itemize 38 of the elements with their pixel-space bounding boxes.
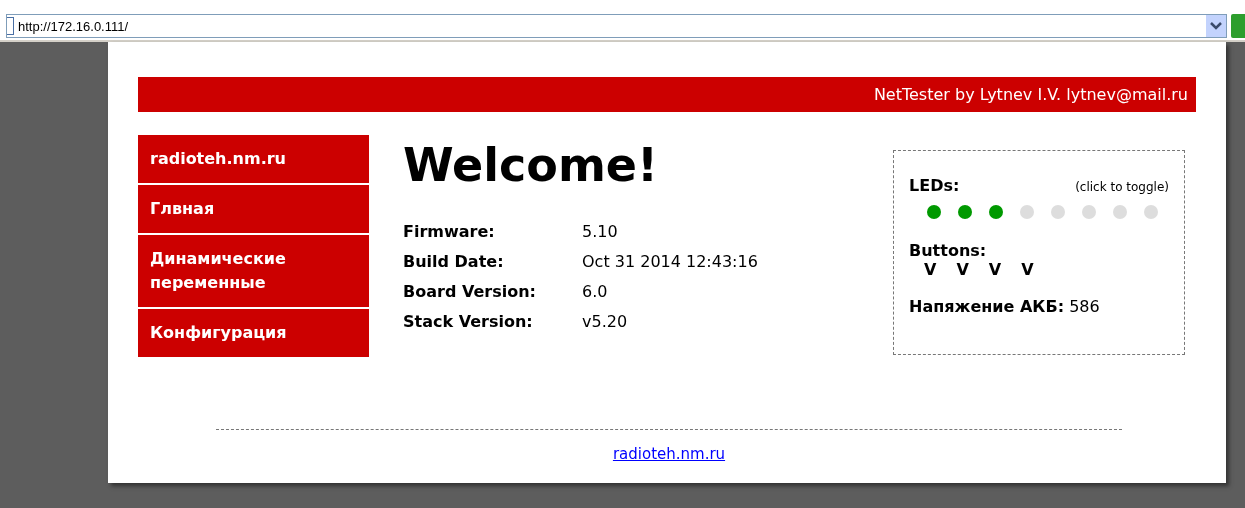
led-dot[interactable] [958, 205, 972, 219]
info-label: Firmware: [403, 221, 496, 243]
sidebar-item[interactable]: Динамические переменные [138, 235, 369, 307]
led-dot[interactable] [1144, 205, 1158, 219]
page-icon [7, 17, 14, 35]
sidebar-item[interactable]: Конфигурация [138, 309, 369, 357]
info-label: Stack Version: [403, 310, 582, 340]
url-text: http://172.16.0.111/ [18, 18, 130, 34]
led-dot[interactable] [1113, 205, 1127, 219]
led-dot[interactable] [989, 205, 1003, 219]
footer-link[interactable]: radioteh.nm.ru [612, 445, 726, 463]
voltage-value: 586 [1069, 297, 1100, 316]
welcome-heading: Welcome! [403, 137, 660, 194]
toggle-hint: (click to toggle) [1075, 180, 1169, 194]
button-state: V [924, 260, 937, 279]
sidebar-item[interactable]: radioteh.nm.ru [138, 135, 369, 183]
led-dot[interactable] [1051, 205, 1065, 219]
chevron-icon [1210, 22, 1222, 30]
led-dot[interactable] [927, 205, 941, 219]
leds-label: LEDs: [909, 176, 960, 195]
led-dot[interactable] [1082, 205, 1096, 219]
info-value: 5.10 [582, 221, 619, 243]
button-state: V [988, 260, 1002, 279]
info-label: Build Date: [403, 250, 582, 280]
info-value: Oct 31 2014 12:43:16 [582, 251, 758, 273]
button-state: V [1021, 260, 1034, 279]
sidebar-item[interactable]: Глвная [138, 185, 369, 233]
header-title: NetTester by Lytnev I.V. lytnev@mail.ru [873, 85, 1188, 104]
button-state: V [956, 260, 969, 279]
voltage-label: Напяжение АКБ: [909, 297, 1065, 316]
go-button[interactable] [1231, 14, 1245, 38]
address-field[interactable]: http://172.16.0.111/ [6, 14, 1227, 38]
led-dot[interactable] [1020, 205, 1034, 219]
buttons-label: Buttons: [909, 241, 988, 260]
info-label: Board Version: [403, 281, 537, 303]
dropdown-button[interactable] [1206, 15, 1226, 37]
info-value: 6.0 [582, 281, 609, 303]
info-value: v5.20 [582, 311, 629, 333]
